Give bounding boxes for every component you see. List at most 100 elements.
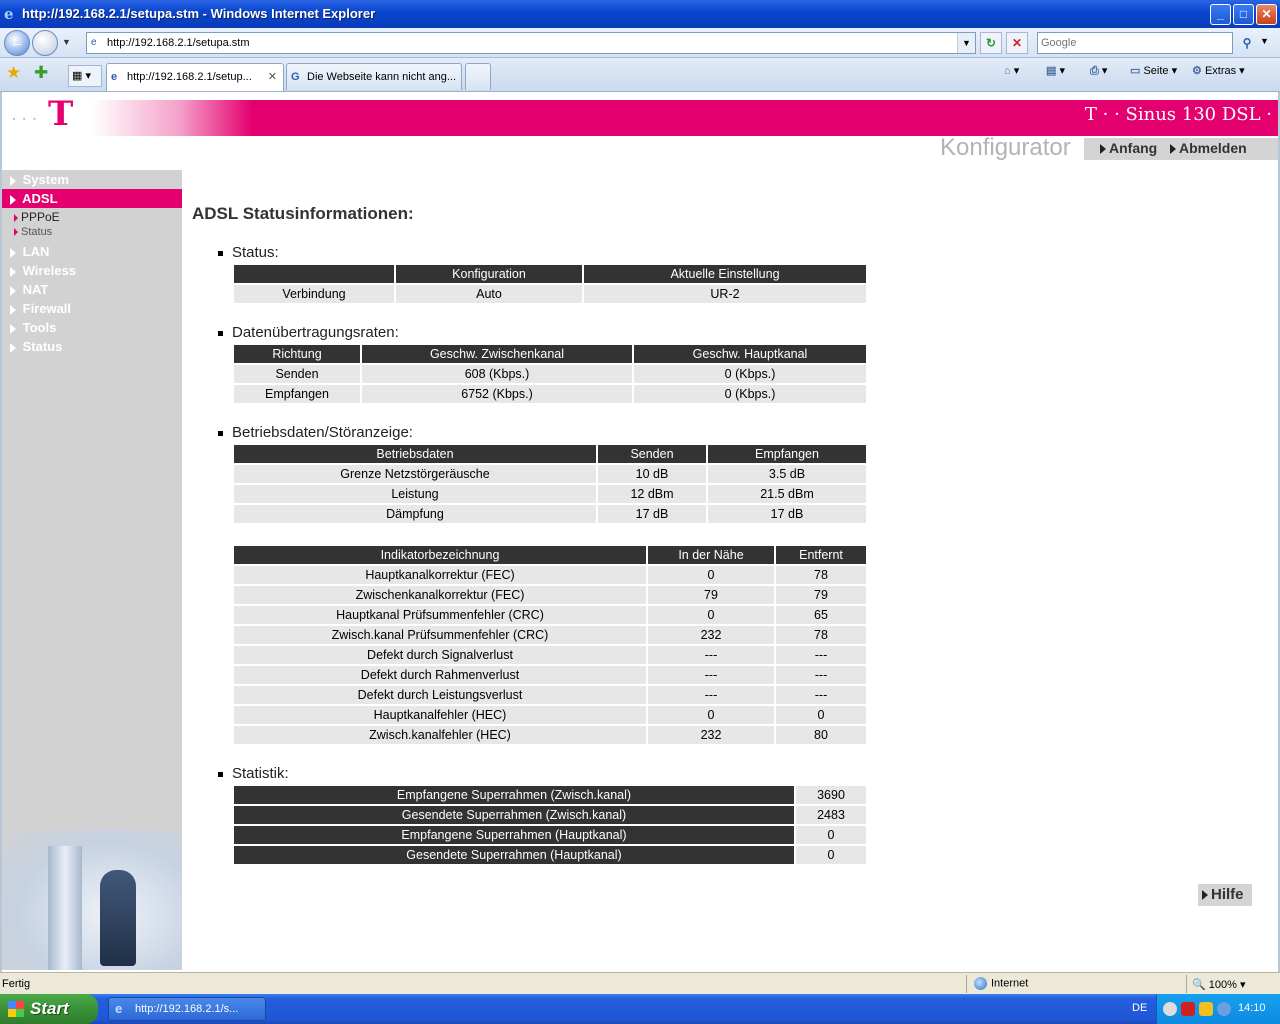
arrow-right-icon [10, 194, 16, 205]
arrow-right-icon [1202, 890, 1208, 901]
table-row: Grenze Netzstörgeräusche 10 dB 3.5 dB [234, 465, 866, 483]
anfang-link[interactable]: Anfang [1100, 140, 1157, 156]
tab-bar: ★ ✚ ▦ ▾ e http://192.168.2.1/setup... ✕ … [0, 58, 1280, 92]
logo-dots: ··· [12, 112, 43, 126]
arrow-right-icon [10, 342, 16, 353]
taskbar-item-browser[interactable]: e http://192.168.2.1/s... [108, 997, 266, 1021]
table-row: Dämpfung 17 dB 17 dB [234, 505, 866, 523]
language-indicator[interactable]: DE [1132, 1002, 1147, 1014]
tab-close-icon[interactable]: ✕ [268, 64, 277, 90]
back-button[interactable]: ← [4, 30, 30, 56]
minimize-button[interactable]: _ [1210, 4, 1231, 25]
extras-menu-button[interactable]: ⚙ Extras ▾ [1192, 64, 1245, 77]
page-icon: ▭ [1130, 65, 1141, 77]
table-row: Zwisch.kanalfehler (HEC) 232 80 [234, 726, 866, 744]
table-row: Empfangene Superrahmen (Zwisch.kanal) 369… [234, 786, 866, 804]
feeds-icon[interactable]: ▤ ▾ [1046, 64, 1065, 77]
table-row: Verbindung Auto UR-2 [234, 285, 866, 303]
table-row: Hauptkanalfehler (HEC) 0 0 [234, 706, 866, 724]
sidebar-item-firewall[interactable]: Firewall [2, 299, 182, 318]
arrow-right-icon [10, 175, 16, 186]
status-table: Konfiguration Aktuelle Einstellung Verbi… [232, 263, 868, 305]
gear-icon: ⚙ [1192, 65, 1202, 77]
search-options-dropdown-icon[interactable]: ▼ [1260, 36, 1269, 46]
help-label: Hilfe [1211, 886, 1244, 903]
address-dropdown-icon[interactable]: ▼ [957, 33, 975, 53]
taskbar: Start e http://192.168.2.1/s... DE 14:10 [0, 994, 1280, 1024]
rates-table: Richtung Geschw. Zwischenkanal Geschw. H… [232, 343, 868, 405]
refresh-button[interactable]: ↻ [980, 32, 1002, 54]
page-menu-button[interactable]: ▭ Seite ▾ [1130, 64, 1177, 77]
product-name: T · · Sinus 130 DSL · [1084, 104, 1272, 125]
windows-logo-icon [8, 1001, 24, 1017]
arrow-right-icon [1100, 144, 1106, 155]
page-title: ADSL Statusinformationen: [192, 204, 414, 223]
sidebar-item-system[interactable]: System [2, 170, 182, 189]
sidebar-item-tools[interactable]: Tools [2, 318, 182, 337]
tab-setup[interactable]: e http://192.168.2.1/setup... ✕ [106, 63, 284, 91]
favorites-star-icon[interactable]: ★ [6, 63, 21, 83]
tray-network-icon[interactable] [1217, 1002, 1231, 1016]
section-status-heading: Status: [218, 244, 279, 261]
table-row: Zwisch.kanal Prüfsummenfehler (CRC) 232 78 [234, 626, 866, 644]
table-row: Hauptkanalkorrektur (FEC) 0 78 [234, 566, 866, 584]
table-row: Defekt durch Rahmenverlust --- --- [234, 666, 866, 684]
tab-error-page[interactable]: G Die Webseite kann nicht ang... [286, 63, 462, 90]
zoom-dropdown-icon[interactable]: ▾ [1240, 979, 1246, 991]
address-bar[interactable]: e ▼ [86, 32, 976, 54]
add-favorite-icon[interactable]: ✚ [34, 63, 48, 83]
new-tab-button[interactable] [465, 63, 491, 90]
search-icon[interactable]: ⚲ [1236, 32, 1258, 54]
close-window-button[interactable]: ✕ [1256, 4, 1277, 25]
table-row: Empfangen 6752 (Kbps.) 0 (Kbps.) [234, 385, 866, 403]
section-rates-heading: Datenübertragungsraten: [218, 324, 399, 341]
sidebar-subitem-status[interactable]: Status [14, 225, 52, 239]
arrow-right-icon [1170, 144, 1176, 155]
sidebar: System ADSL PPPoE Status LAN Wireless NA… [2, 170, 182, 970]
table-row: Gesendete Superrahmen (Zwisch.kanal) 2483 [234, 806, 866, 824]
forward-button[interactable]: → [32, 30, 58, 56]
zoom-level[interactable]: 🔍 100% ▾ [1192, 978, 1246, 991]
sidebar-item-status[interactable]: Status [2, 337, 182, 356]
status-bar: Fertig Internet 🔍 100% ▾ [0, 972, 1280, 994]
ie-page-icon: e [111, 71, 118, 83]
abmelden-label: Abmelden [1179, 140, 1247, 156]
zoom-icon: 🔍 [1192, 979, 1206, 991]
table-row: Hauptkanal Prüfsummenfehler (CRC) 0 65 [234, 606, 866, 624]
tray-app-icon[interactable] [1199, 1002, 1213, 1016]
arrow-right-icon [14, 213, 18, 222]
table-row: Empfangene Superrahmen (Hauptkanal) 0 [234, 826, 866, 844]
table-row: Defekt durch Leistungsverlust --- --- [234, 686, 866, 704]
maximize-button[interactable]: □ [1233, 4, 1254, 25]
start-button[interactable]: Start [0, 994, 98, 1024]
sidebar-item-wireless[interactable]: Wireless [2, 261, 182, 280]
search-box[interactable] [1037, 32, 1233, 54]
help-button[interactable]: Hilfe [1198, 884, 1252, 906]
security-zone[interactable]: Internet [974, 977, 1028, 990]
search-input[interactable] [1041, 34, 1231, 52]
recent-pages-dropdown-icon[interactable]: ▼ [62, 37, 71, 47]
sidebar-subitem-pppoe[interactable]: PPPoE [14, 210, 60, 224]
address-input[interactable] [107, 35, 947, 51]
sidebar-item-adsl[interactable]: ADSL [2, 189, 182, 208]
table-header-row: Betriebsdaten Senden Empfangen [234, 445, 866, 463]
top-navigation: Anfang Abmelden [1084, 138, 1278, 160]
stop-button[interactable]: ✕ [1006, 32, 1028, 54]
operating-table: Betriebsdaten Senden Empfangen Grenze Ne… [232, 443, 868, 525]
logo-letter: T [48, 94, 74, 134]
window-titlebar: e http://192.168.2.1/setupa.stm - Window… [0, 0, 1280, 28]
sidebar-item-lan[interactable]: LAN [2, 242, 182, 261]
ati-icon[interactable] [1181, 1002, 1195, 1016]
table-header-row: Konfiguration Aktuelle Einstellung [234, 265, 866, 283]
table-row: Gesendete Superrahmen (Hauptkanal) 0 [234, 846, 866, 864]
sidebar-item-nat[interactable]: NAT [2, 280, 182, 299]
extras-menu-label: Extras [1204, 65, 1237, 77]
google-page-icon: G [291, 71, 300, 83]
abmelden-link[interactable]: Abmelden [1170, 140, 1247, 156]
table-row: Zwischenkanalkorrektur (FEC) 79 79 [234, 586, 866, 604]
quick-tabs-button[interactable]: ▦ ▾ [68, 65, 102, 87]
tray-arrow-icon[interactable] [1163, 1002, 1177, 1016]
home-icon[interactable]: ⌂ ▾ [1004, 64, 1019, 77]
anfang-label: Anfang [1109, 140, 1158, 156]
print-icon[interactable]: ⎙ ▾ [1090, 64, 1107, 78]
